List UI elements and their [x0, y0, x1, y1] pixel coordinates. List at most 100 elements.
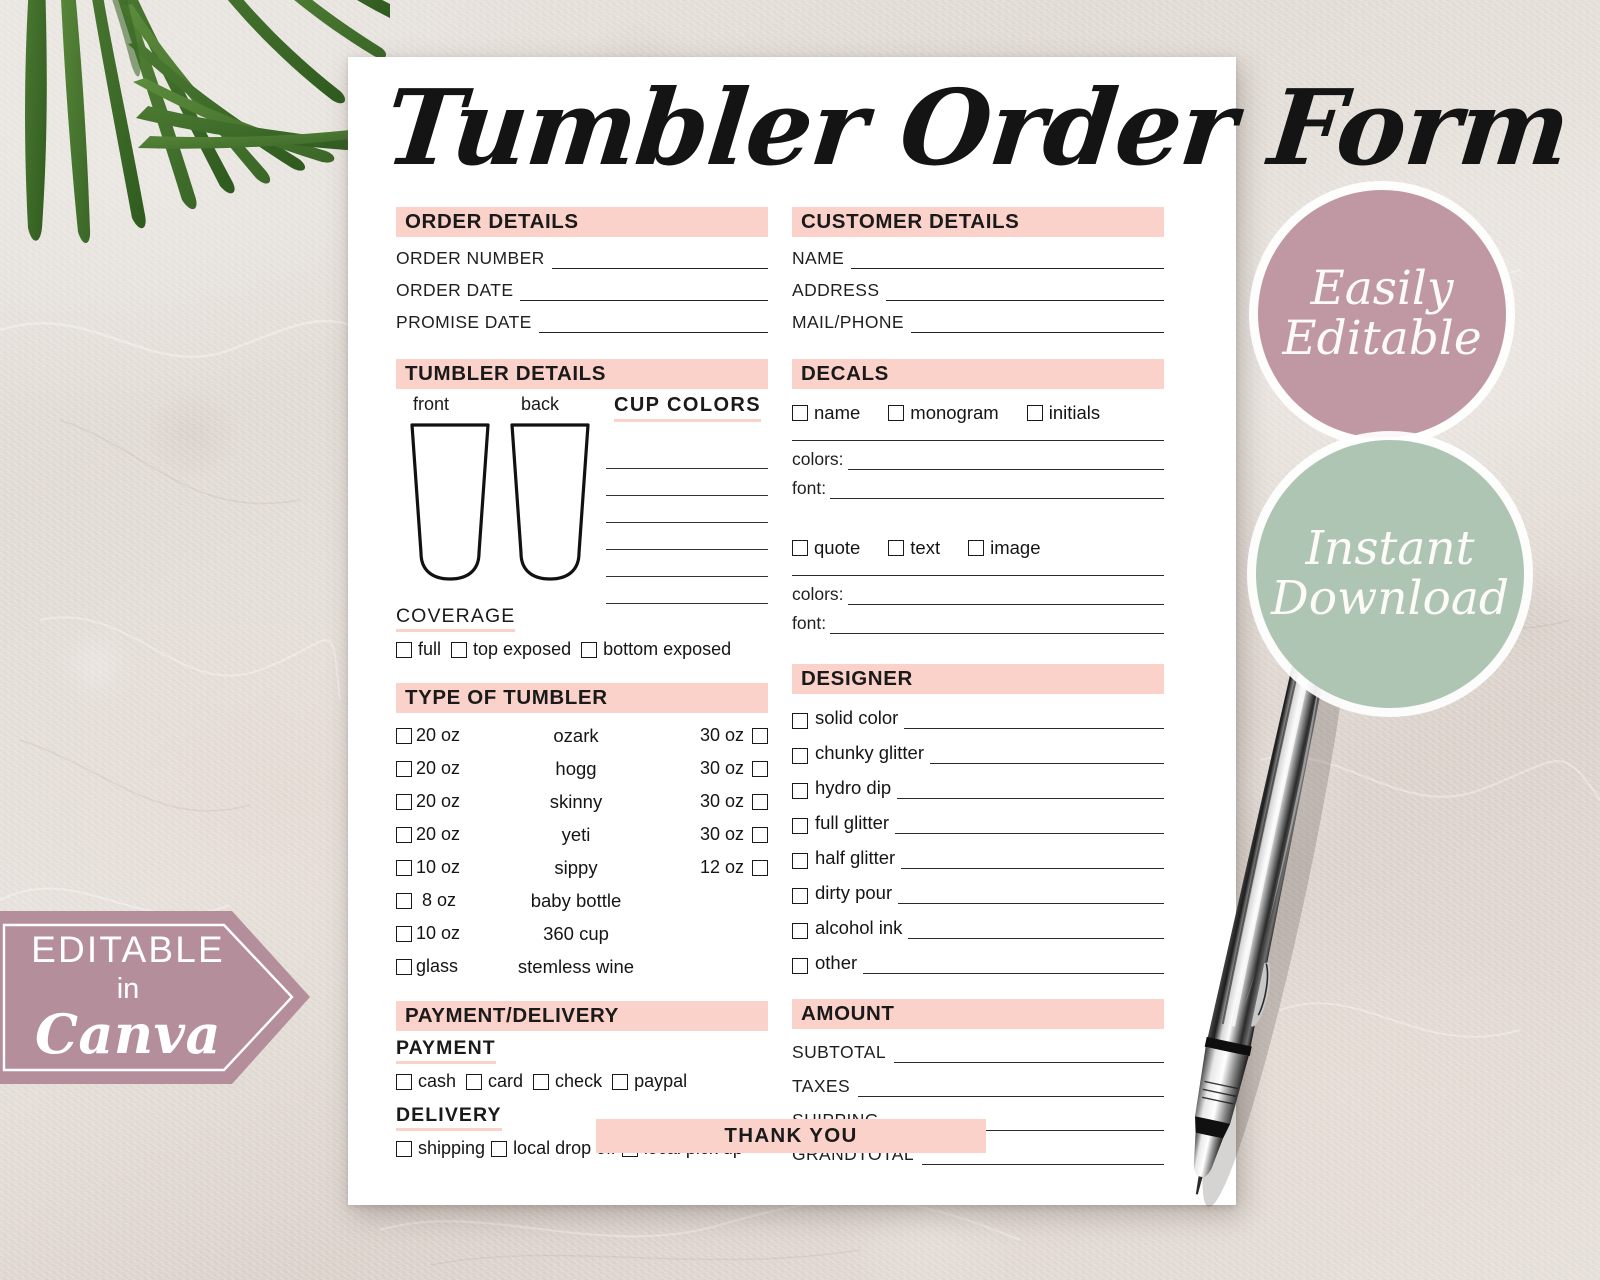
- checkbox-payment-paypal[interactable]: [612, 1073, 629, 1090]
- checkbox-tumbler-right[interactable]: [752, 727, 768, 744]
- field-customer-name[interactable]: NAME: [792, 248, 1164, 269]
- decal-group-one-options: name monogram initials: [792, 402, 1164, 424]
- checkbox-designer-hydro-dip[interactable]: [792, 783, 808, 799]
- field-customer-mail-phone[interactable]: MAIL/PHONE: [792, 312, 1164, 333]
- designer-option-alcohol-ink: alcohol ink: [792, 917, 1164, 939]
- checkbox-designer-full-glitter[interactable]: [792, 818, 808, 834]
- field-label: MAIL/PHONE: [792, 312, 904, 332]
- field-customer-address[interactable]: ADDRESS: [792, 280, 1164, 301]
- field-decal-colors-2[interactable]: colors:: [792, 584, 1164, 605]
- designer-option-hydro-dip: hydro dip: [792, 777, 1164, 799]
- designer-label: full glitter: [815, 812, 890, 833]
- field-decal-font-1[interactable]: font:: [792, 478, 1164, 499]
- designer-rule[interactable]: [863, 960, 1164, 974]
- badge-easily-editable: Easily Editable: [1258, 190, 1506, 438]
- field-promise-date[interactable]: PROMISE DATE: [396, 312, 768, 333]
- field-decal-font-2[interactable]: font:: [792, 613, 1164, 634]
- checkbox-tumbler-left[interactable]: [396, 925, 412, 942]
- checkbox-tumbler-left[interactable]: [396, 826, 412, 843]
- field-label: NAME: [792, 248, 845, 268]
- checkbox-delivery-local-drop-off[interactable]: [491, 1140, 508, 1157]
- checkbox-designer-dirty-pour[interactable]: [792, 888, 808, 904]
- checkbox-tumbler-left[interactable]: [396, 892, 412, 909]
- checkbox-tumbler-left[interactable]: [396, 727, 412, 744]
- coverage-label: full: [418, 639, 442, 659]
- designer-label: solid color: [815, 707, 899, 728]
- payment-label: check: [555, 1071, 603, 1091]
- cup-color-line[interactable]: [606, 469, 768, 496]
- checkbox-tumbler-right[interactable]: [752, 760, 768, 777]
- checkbox-payment-cash[interactable]: [396, 1073, 412, 1090]
- field-rule[interactable]: [910, 319, 1164, 333]
- cup-color-line[interactable]: [606, 442, 768, 469]
- tumbler-left-size: 20 oz: [416, 824, 461, 844]
- checkbox-designer-half-glitter[interactable]: [792, 853, 808, 869]
- cup-color-line[interactable]: [606, 523, 768, 550]
- field-taxes[interactable]: TAXES: [792, 1076, 1164, 1097]
- checkbox-delivery-shipping[interactable]: [396, 1140, 412, 1157]
- checkbox-tumbler-left[interactable]: [396, 793, 412, 810]
- checkbox-decal-initials[interactable]: [1026, 405, 1043, 421]
- delivery-label: shipping: [418, 1138, 486, 1158]
- section-header-type-of-tumbler: TYPE OF TUMBLER: [396, 683, 768, 713]
- cup-color-line[interactable]: [606, 550, 768, 577]
- tumbler-back-outline-icon[interactable]: [506, 420, 594, 586]
- canva-arrow-banner: [0, 911, 310, 1084]
- tumbler-type-row: glass stemless wine: [396, 950, 768, 983]
- checkbox-designer-alcohol-ink[interactable]: [792, 923, 808, 939]
- cup-color-line[interactable]: [606, 577, 768, 604]
- checkbox-decal-monogram[interactable]: [888, 405, 905, 421]
- field-order-date[interactable]: ORDER DATE: [396, 280, 768, 301]
- field-rule[interactable]: [551, 255, 768, 269]
- thank-you-banner: THANK YOU: [596, 1119, 986, 1153]
- checkbox-payment-check[interactable]: [533, 1073, 550, 1090]
- tumbler-front-outline-icon[interactable]: [406, 420, 494, 586]
- checkbox-tumbler-left[interactable]: [396, 859, 412, 876]
- field-rule[interactable]: [847, 457, 1164, 470]
- field-rule[interactable]: [858, 1084, 1164, 1097]
- designer-option-dirty-pour: dirty pour: [792, 882, 1164, 904]
- tumbler-type-row: 10 oz sippy 12 oz: [396, 851, 768, 884]
- tumbler-type-row: 10 oz 360 cup: [396, 917, 768, 950]
- field-rule[interactable]: [538, 319, 768, 333]
- designer-label: hydro dip: [815, 777, 892, 798]
- field-rule[interactable]: [851, 255, 1164, 269]
- field-label: PROMISE DATE: [396, 312, 532, 332]
- cup-back-caption: back: [521, 394, 560, 414]
- coverage-heading: COVERAGE: [396, 605, 516, 632]
- tumbler-type-row: 8 oz baby bottle: [396, 884, 768, 917]
- field-order-number[interactable]: ORDER NUMBER: [396, 248, 768, 269]
- checkbox-tumbler-left[interactable]: [396, 760, 412, 777]
- checkbox-designer-other[interactable]: [792, 958, 808, 974]
- cup-color-line[interactable]: [606, 496, 768, 523]
- cup-colors-lines[interactable]: [606, 442, 768, 604]
- field-subtotal[interactable]: SUBTOTAL: [792, 1042, 1164, 1063]
- field-rule[interactable]: [830, 486, 1164, 499]
- field-rule[interactable]: [847, 592, 1164, 605]
- checkbox-designer-chunky-glitter[interactable]: [792, 748, 808, 764]
- checkbox-tumbler-left[interactable]: [396, 958, 412, 975]
- checkbox-coverage-bottom-exposed[interactable]: [581, 641, 598, 658]
- field-rule[interactable]: [830, 621, 1164, 634]
- checkbox-designer-solid-color[interactable]: [792, 713, 808, 729]
- decal-group-two-divider: [792, 575, 1164, 576]
- checkbox-tumbler-right[interactable]: [752, 793, 768, 810]
- checkbox-coverage-top-exposed[interactable]: [451, 641, 468, 658]
- checkbox-decal-text[interactable]: [888, 540, 905, 556]
- checkbox-coverage-full[interactable]: [396, 641, 412, 658]
- field-label: ADDRESS: [792, 280, 880, 300]
- decal-group-one-divider: [792, 440, 1164, 441]
- coverage-label: bottom exposed: [603, 639, 732, 659]
- checkbox-tumbler-right[interactable]: [752, 859, 768, 876]
- left-column: ORDER DETAILS ORDER NUMBER ORDER DATE PR…: [396, 207, 768, 1159]
- checkbox-tumbler-right[interactable]: [752, 826, 768, 843]
- checkbox-decal-quote[interactable]: [792, 540, 808, 556]
- field-decal-colors-1[interactable]: colors:: [792, 449, 1164, 470]
- field-rule[interactable]: [520, 287, 768, 301]
- order-form-sheet: Tumbler Order Form ORDER DETAILS ORDER N…: [348, 57, 1575, 1205]
- checkbox-payment-card[interactable]: [466, 1073, 483, 1090]
- field-rule[interactable]: [886, 287, 1164, 301]
- tumbler-type-list: 20 oz ozark 30 oz 20 oz hogg 30 oz 20 oz…: [396, 719, 768, 983]
- checkbox-decal-image[interactable]: [968, 540, 985, 556]
- checkbox-decal-name[interactable]: [792, 405, 808, 421]
